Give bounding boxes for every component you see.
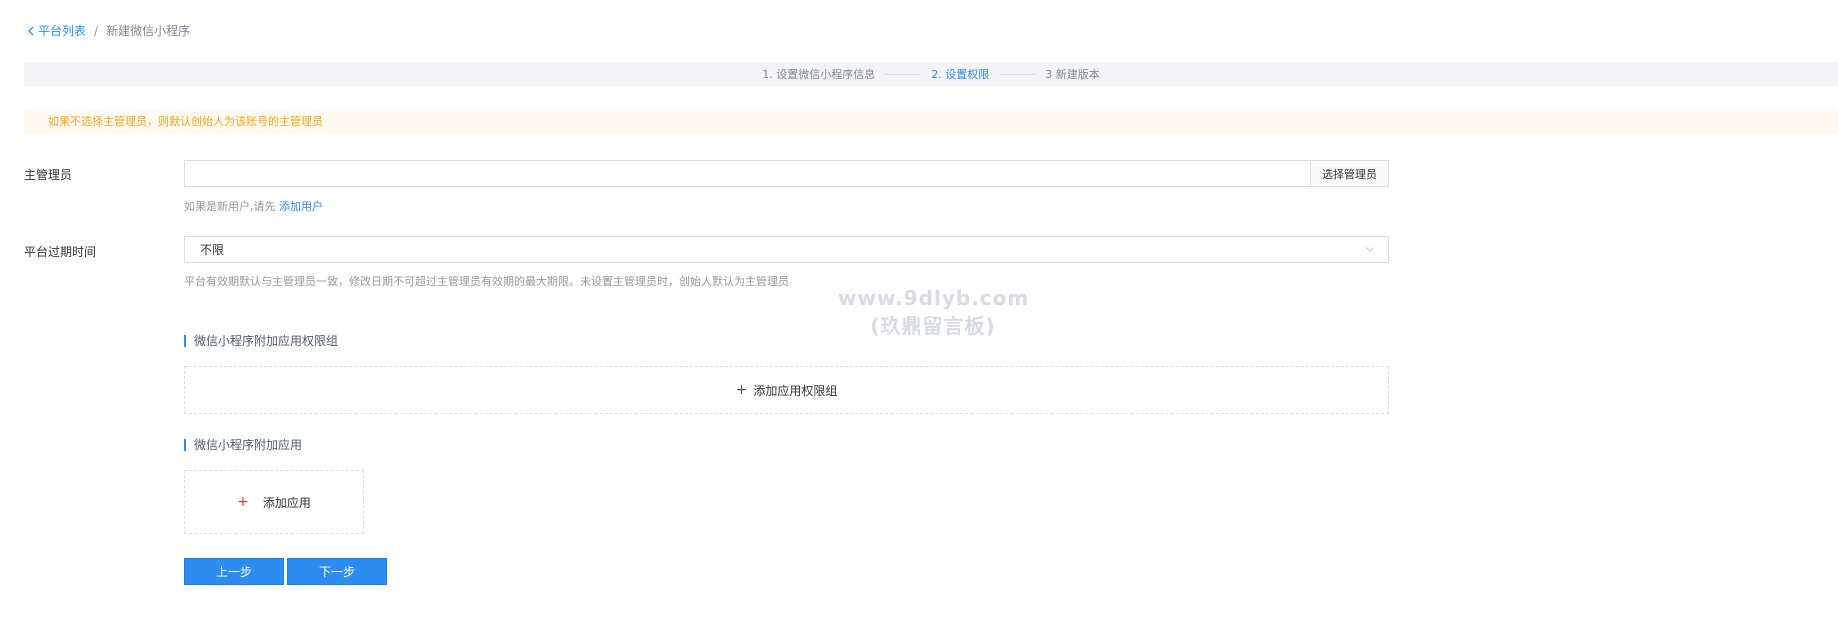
step-2: 2. 设置权限 [931, 68, 990, 81]
breadcrumb-back-label: 平台列表 [38, 24, 87, 38]
apps-title: 微信小程序附加应用 [184, 436, 302, 453]
permission-groups-title: 微信小程序附加应用权限组 [184, 332, 338, 349]
breadcrumb-separator: / [94, 23, 99, 38]
watermark-line-2: (玖鼎留言板) [870, 314, 996, 338]
step-1: 1. 设置微信小程序信息 [762, 68, 876, 81]
expiry-label: 平台过期时间 [24, 245, 97, 259]
apps-title-text: 微信小程序附加应用 [194, 438, 303, 452]
section-marker [184, 438, 186, 451]
permission-groups-title-text: 微信小程序附加应用权限组 [194, 334, 339, 348]
breadcrumb-back-link[interactable]: 平台列表 [27, 22, 86, 39]
chevron-left-icon [28, 26, 34, 35]
steps-bar: 1. 设置微信小程序信息 2. 设置权限 3 新建版本 [24, 62, 1838, 86]
watermark-line-1: www.9dlyb.com [838, 286, 1030, 310]
add-app-button[interactable]: + 添加应用 [184, 470, 364, 534]
add-permission-group-button[interactable]: + 添加应用权限组 [184, 366, 1389, 414]
expiry-selected-value: 不限 [200, 243, 225, 257]
breadcrumb-current: 新建微信小程序 [106, 24, 191, 38]
admin-input-group: 选择管理员 [184, 160, 1389, 187]
section-marker [184, 334, 186, 347]
step-connector [999, 73, 1036, 75]
watermark: www.9dlyb.com (玖鼎留言板) [838, 284, 1028, 340]
expiry-select[interactable]: 不限 [184, 236, 1389, 263]
plus-icon: + [735, 382, 748, 398]
expiry-hint: 平台有效期默认与主管理员一致，修改日期不可超过主管理员有效期的最大期限。未设置主… [184, 275, 789, 288]
admin-hint: 如果是新用户,请先 添加用户 [184, 198, 323, 214]
admin-label: 主管理员 [24, 168, 73, 182]
notice-banner: 如果不选择主管理员，则默认创始人为该账号的主管理员 [24, 110, 1838, 134]
add-user-link[interactable]: 添加用户 [279, 200, 323, 213]
prev-step-button[interactable]: 上一步 [184, 558, 284, 585]
breadcrumb: 平台列表 / 新建微信小程序 [27, 22, 190, 39]
select-admin-button[interactable]: 选择管理员 [1310, 161, 1388, 186]
next-step-button[interactable]: 下一步 [287, 558, 387, 585]
chevron-down-icon [1366, 247, 1374, 252]
add-app-label: 添加应用 [262, 495, 311, 510]
admin-input[interactable] [185, 161, 1310, 186]
step-3: 3 新建版本 [1045, 68, 1100, 81]
add-permission-group-label: 添加应用权限组 [753, 383, 838, 398]
admin-hint-text: 如果是新用户,请先 [184, 200, 276, 213]
plus-icon: + [237, 494, 249, 510]
step-connector [885, 73, 922, 75]
